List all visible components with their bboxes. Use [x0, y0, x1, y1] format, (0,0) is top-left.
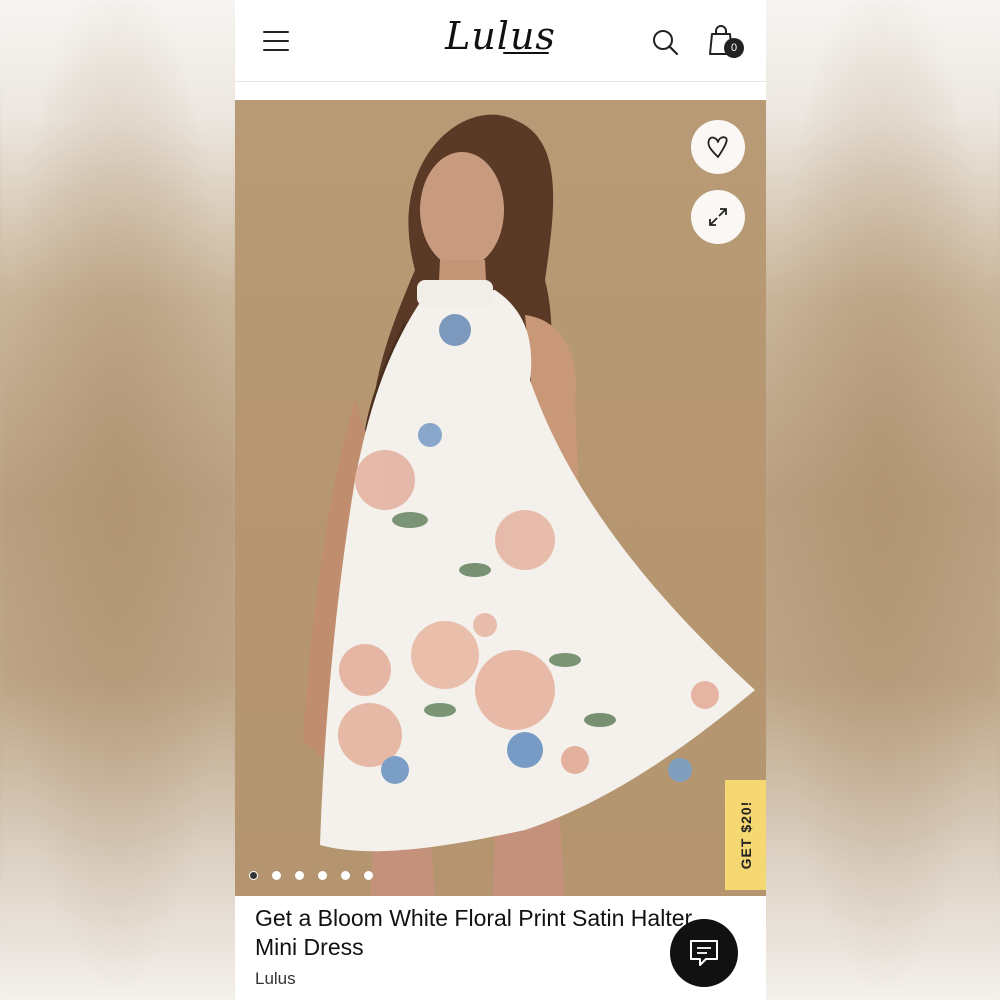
promo-label: GET $20!	[737, 800, 754, 870]
background-blur-left	[0, 0, 235, 1000]
mobile-screen: Lulus 0 GET $20! Get a Bloom White Flora…	[235, 0, 766, 1000]
image-carousel-dots	[249, 871, 373, 881]
carousel-dot[interactable]	[318, 871, 327, 880]
cart-count-badge: 0	[724, 38, 744, 58]
add-to-wishlist-button[interactable]	[691, 120, 745, 174]
carousel-dot[interactable]	[272, 871, 281, 880]
expand-icon	[709, 208, 727, 226]
heart-icon	[707, 136, 728, 158]
product-image[interactable]: GET $20!	[235, 100, 766, 896]
product-brand[interactable]: Lulus	[255, 969, 296, 989]
model-photo	[303, 114, 755, 896]
background-blur-right	[765, 0, 1000, 1000]
expand-image-button[interactable]	[691, 190, 745, 244]
logo-underline	[503, 52, 549, 54]
top-navigation-bar: Lulus 0	[235, 0, 766, 82]
search-icon[interactable]	[651, 28, 679, 56]
carousel-dot[interactable]	[249, 871, 258, 880]
carousel-dot[interactable]	[341, 871, 350, 880]
carousel-dot[interactable]	[295, 871, 304, 880]
product-title: Get a Bloom White Floral Print Satin Hal…	[255, 905, 693, 960]
brand-logo[interactable]: Lulus	[235, 14, 766, 58]
chat-icon	[690, 940, 718, 966]
chat-button[interactable]	[670, 919, 738, 987]
carousel-dot[interactable]	[364, 871, 373, 880]
promo-tab[interactable]: GET $20!	[725, 780, 766, 890]
